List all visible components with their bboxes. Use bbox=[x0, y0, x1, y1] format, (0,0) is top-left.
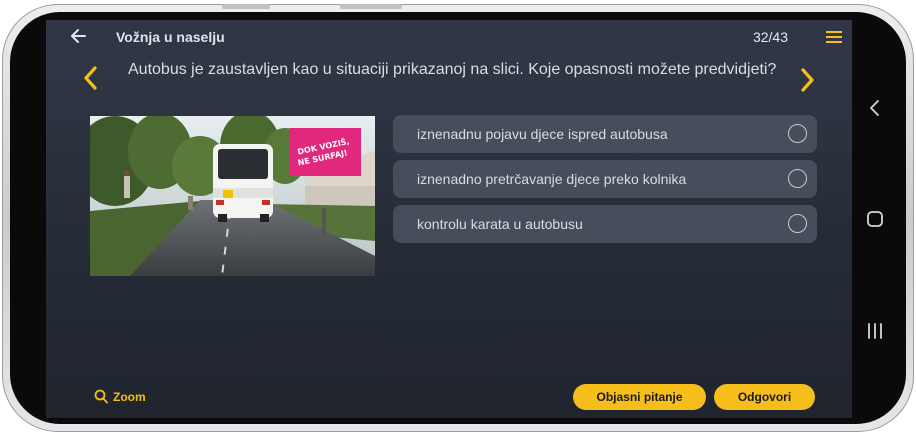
app-screen: Vožnja u naselju 32/43 Autobus je zausta… bbox=[46, 20, 852, 418]
android-home-icon[interactable] bbox=[866, 210, 884, 228]
explain-question-button[interactable]: Objasni pitanje bbox=[573, 384, 706, 410]
answer-option-3[interactable]: kontrolu karata u autobusu bbox=[393, 205, 817, 243]
answer-label: iznenadno pretrčavanje djece preko kolni… bbox=[417, 171, 687, 187]
zoom-label: Zoom bbox=[113, 390, 146, 404]
answer-option-1[interactable]: iznenadnu pojavu djece ispred autobusa bbox=[393, 115, 817, 153]
arrow-left-icon[interactable] bbox=[68, 26, 88, 46]
chevron-right-icon[interactable] bbox=[796, 67, 818, 93]
radio-button[interactable] bbox=[788, 169, 807, 188]
app-bar: Vožnja u naselju 32/43 bbox=[46, 20, 852, 53]
answer-option-2[interactable]: iznenadno pretrčavanje djece preko kolni… bbox=[393, 160, 817, 198]
question-text: Autobus je zaustavljen kao u situaciji p… bbox=[128, 61, 777, 78]
answer-label: iznenadnu pojavu djece ispred autobusa bbox=[417, 126, 668, 142]
question-counter: 32/43 bbox=[752, 29, 788, 45]
power-button bbox=[340, 4, 402, 9]
hamburger-menu-icon[interactable] bbox=[826, 31, 842, 43]
question-image[interactable]: DOK VOZIŠ, NE SURFAJ! bbox=[90, 116, 375, 276]
page-title: Vožnja u naselju bbox=[116, 29, 225, 45]
answer-button[interactable]: Odgovori bbox=[714, 384, 815, 410]
chevron-left-icon[interactable] bbox=[80, 65, 102, 91]
android-back-icon[interactable] bbox=[868, 98, 882, 118]
radio-button[interactable] bbox=[788, 214, 807, 233]
radio-button[interactable] bbox=[788, 124, 807, 143]
answer-label: kontrolu karata u autobusu bbox=[417, 216, 583, 232]
android-recents-icon[interactable] bbox=[866, 322, 884, 340]
volume-button bbox=[222, 4, 270, 9]
search-icon bbox=[94, 389, 108, 404]
